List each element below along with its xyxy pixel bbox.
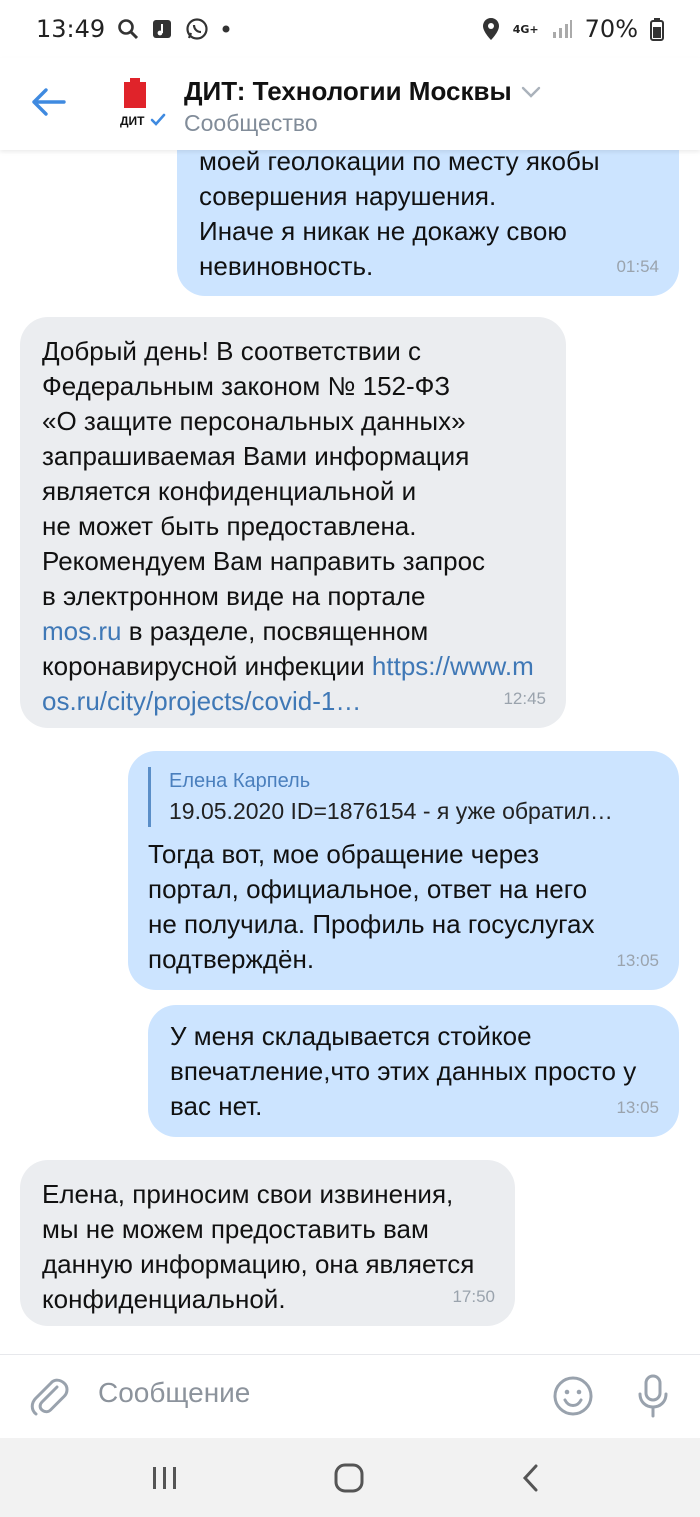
message-time: 01:54 <box>616 257 659 276</box>
back-button[interactable] <box>26 80 70 124</box>
message-time: 13:05 <box>616 951 659 970</box>
status-time: 13:49 <box>36 15 106 43</box>
whatsapp-icon <box>185 17 209 41</box>
status-bar-left: 13:49 <box>36 15 231 43</box>
message-bubble-outgoing[interactable]: У меня складывается стойкое впечатление,… <box>148 1005 679 1137</box>
link-mos-ru[interactable]: mos.ru <box>42 616 121 646</box>
signal-icon <box>551 18 573 40</box>
smile-icon <box>553 1376 593 1416</box>
paperclip-icon <box>30 1378 69 1416</box>
recent-apps-button[interactable] <box>140 1456 190 1500</box>
system-navigation-bar <box>0 1438 700 1517</box>
emoji-button[interactable] <box>550 1373 596 1419</box>
chevron-down-icon <box>521 86 540 98</box>
message-text: Добрый день! В соответствии с Федеральны… <box>42 334 548 719</box>
header-subtitle: Сообщество <box>184 110 318 136</box>
message-bubble-incoming[interactable]: Добрый день! В соответствии с Федеральны… <box>20 317 566 728</box>
message-text: Тогда вот, мое обращение через портал, о… <box>148 839 595 974</box>
battery-icon <box>650 17 664 41</box>
chat-header: ДИТ ДИТ: Технологии Москвы Сообщество <box>0 58 700 150</box>
dot-icon <box>221 24 231 34</box>
message-time: 12:45 <box>503 689 546 708</box>
voice-message-button[interactable] <box>630 1371 676 1421</box>
verified-icon <box>146 108 170 132</box>
header-title-row[interactable]: ДИТ: Технологии Москвы <box>184 76 542 107</box>
reply-text: 19.05.2020 ID=1876154 - я уже обратил… <box>169 798 613 824</box>
microphone-icon <box>638 1374 668 1418</box>
attach-button[interactable] <box>26 1373 72 1419</box>
nav-back-button[interactable] <box>508 1454 554 1502</box>
status-bar-right: 4G+ 70% <box>481 15 664 43</box>
search-icon <box>117 18 139 40</box>
reply-author: Елена Карпель <box>169 770 311 792</box>
music-icon <box>151 18 173 40</box>
message-text: У меня складывается стойкое впечатление,… <box>170 1021 637 1121</box>
message-time: 13:05 <box>616 1098 659 1117</box>
message-text: Елена, приносим свои извинения, мы не мо… <box>42 1179 475 1314</box>
recent-apps-icon <box>153 1467 176 1489</box>
network-type: 4G+ <box>512 22 539 36</box>
home-icon <box>334 1463 364 1493</box>
battery-level: 70% <box>584 15 638 43</box>
message-bubble-incoming[interactable]: Елена, приносим свои извинения, мы не мо… <box>20 1160 515 1326</box>
location-icon <box>481 17 501 41</box>
avatar-label: ДИТ <box>120 114 145 128</box>
reply-quote[interactable]: Елена Карпель 19.05.2020 ID=1876154 - я … <box>148 767 659 827</box>
arrow-left-icon <box>32 88 66 116</box>
home-button[interactable] <box>324 1454 374 1502</box>
page-title: ДИТ: Технологии Москвы <box>184 76 512 106</box>
message-bubble-outgoing[interactable]: Елена Карпель 19.05.2020 ID=1876154 - я … <box>128 751 679 990</box>
message-text: моей геолокации по месту якобы совершени… <box>199 146 600 281</box>
message-composer: Сообщение <box>0 1354 700 1439</box>
message-input[interactable]: Сообщение <box>98 1377 250 1409</box>
status-bar: 13:49 4G+ 70% <box>0 0 700 58</box>
message-text-part: Добрый день! В соответствии с Федеральны… <box>42 336 486 611</box>
chevron-left-icon <box>522 1464 538 1492</box>
message-time: 17:50 <box>452 1287 495 1306</box>
